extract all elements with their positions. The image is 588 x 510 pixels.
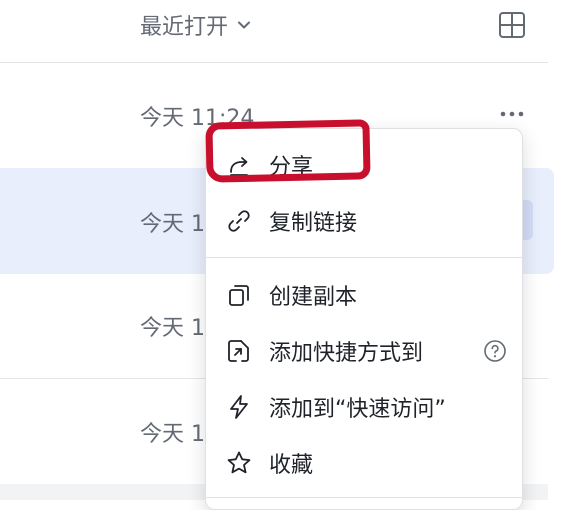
menu-item-add-shortcut[interactable]: 添加快捷方式到	[206, 323, 522, 379]
grid-view-icon[interactable]	[497, 10, 527, 40]
menu-item-label: 收藏	[269, 453, 314, 478]
lightning-icon	[230, 395, 248, 419]
opened-time: 今天 1	[140, 316, 205, 341]
menu-item-quick-access[interactable]: 添加到“快速访问”	[206, 379, 522, 435]
star-icon	[227, 451, 251, 474]
menu-divider	[206, 257, 522, 258]
list-header: 最近打开	[0, 0, 548, 63]
menu-item-label: 添加快捷方式到	[269, 341, 424, 366]
menu-item-label: 创建副本	[269, 285, 358, 310]
chevron-down-icon	[238, 21, 251, 29]
opened-time: 今天 1	[140, 422, 205, 447]
annotation-highlight	[205, 119, 371, 183]
menu-divider	[206, 497, 522, 498]
copy-icon	[229, 285, 249, 306]
menu-item-label: 添加到“快速访问”	[269, 397, 446, 422]
link-icon	[228, 210, 250, 232]
opened-time: 今天 1	[140, 212, 205, 237]
menu-item-duplicate[interactable]: 创建副本	[206, 267, 522, 323]
help-icon[interactable]	[483, 339, 507, 363]
sort-dropdown[interactable]: 最近打开	[140, 10, 252, 40]
menu-item-copy-link[interactable]: 复制链接	[206, 193, 522, 249]
shortcut-icon	[228, 340, 249, 362]
menu-item-label: 复制链接	[269, 211, 358, 236]
sort-label: 最近打开	[140, 15, 229, 40]
menu-item-favorite[interactable]: 收藏	[206, 435, 522, 491]
context-menu: 分享 复制链接 创建副本 添加快捷方式到 添加到“快速访问” 收藏	[205, 128, 523, 510]
more-icon[interactable]	[498, 106, 526, 122]
